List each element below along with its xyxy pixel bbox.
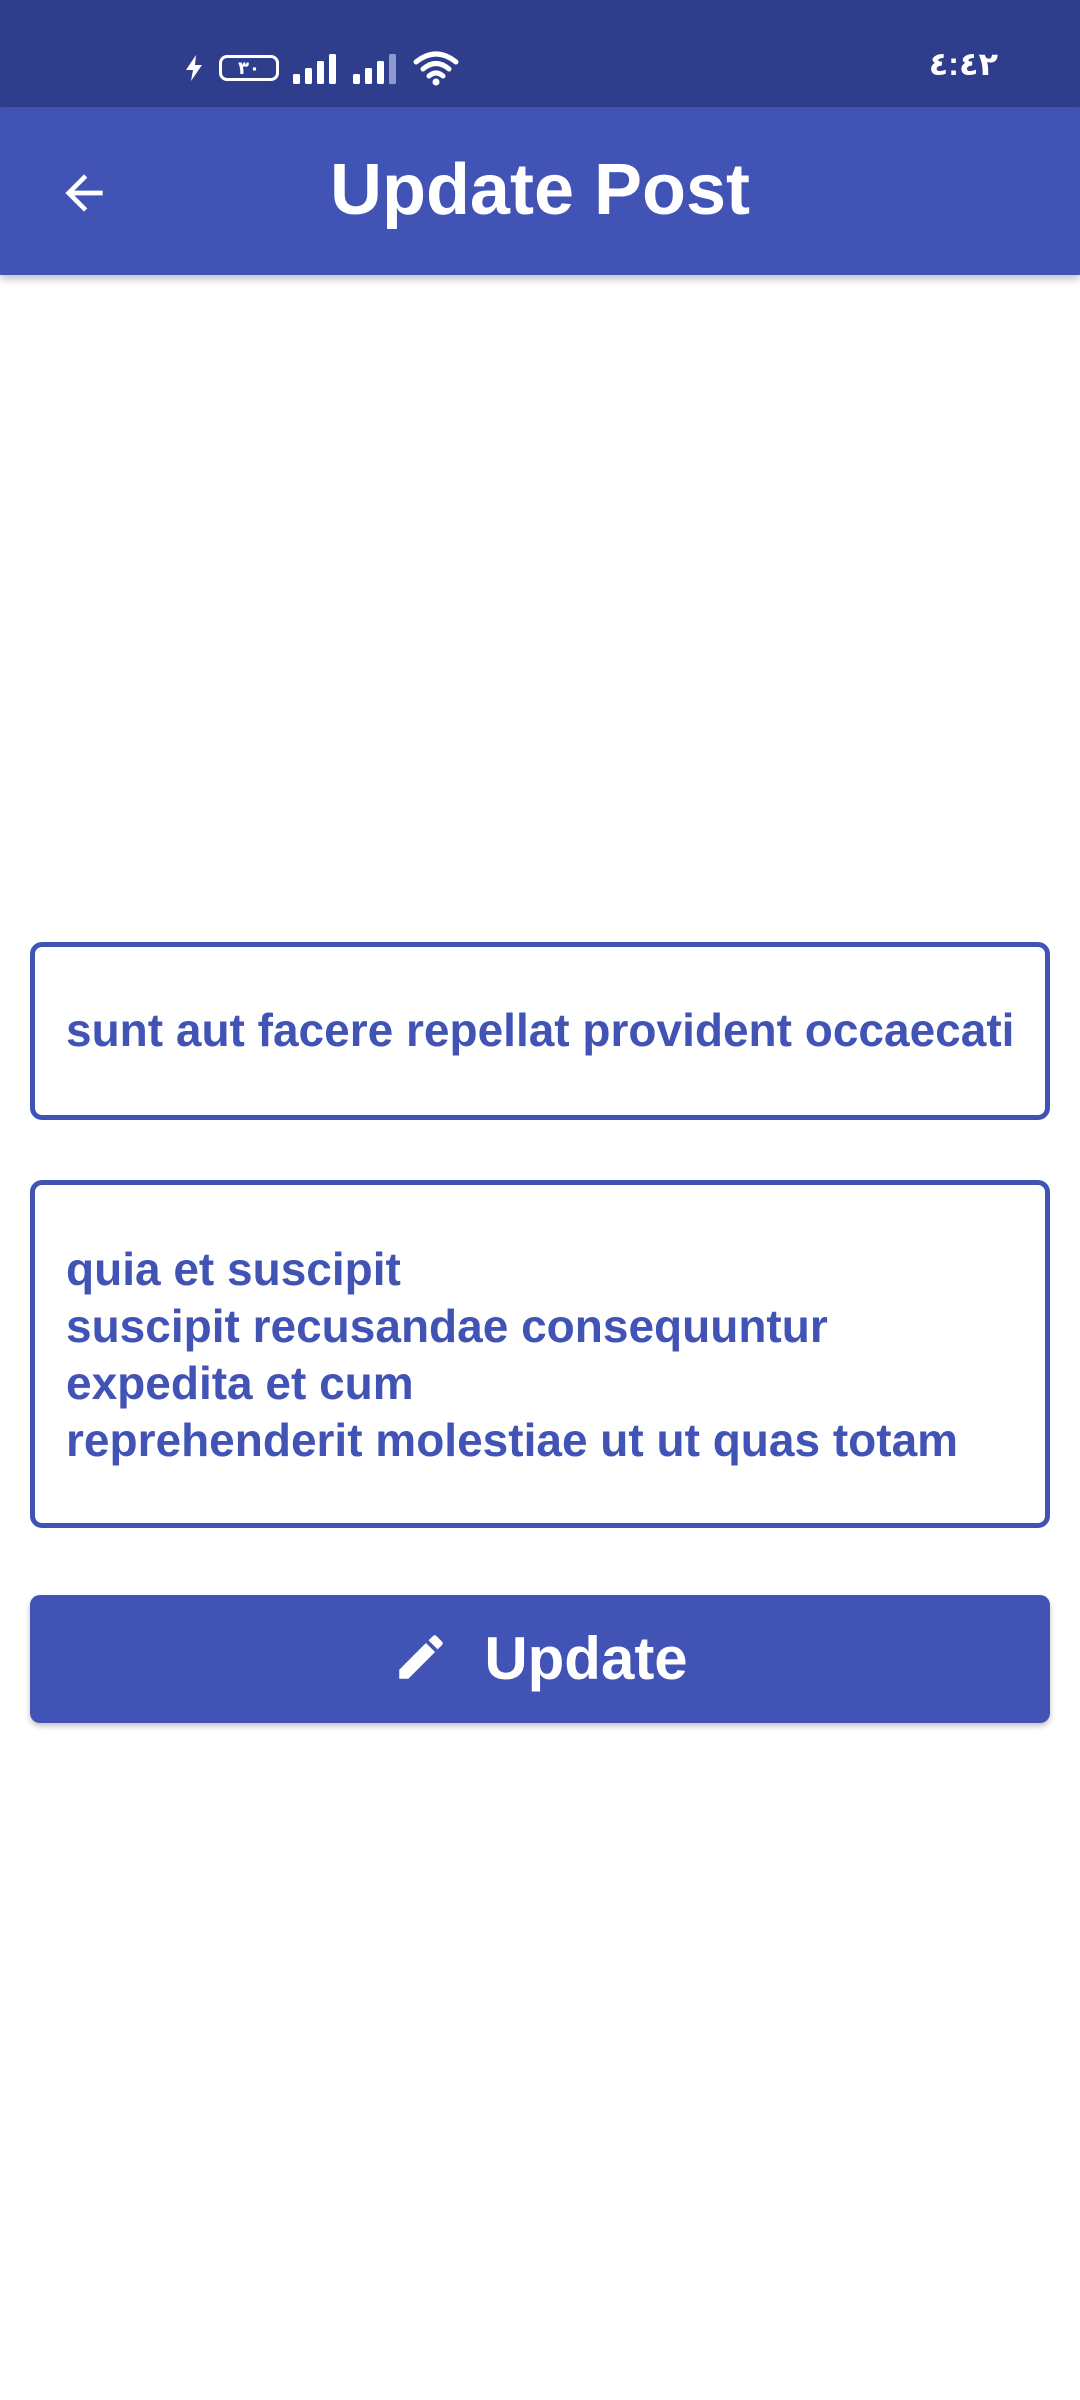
battery-level: ٣٠ [238,58,260,78]
post-body-field[interactable]: quia et suscipit suscipit recusandae con… [30,1180,1050,1528]
update-button[interactable]: Update [30,1595,1050,1723]
status-time: ٤:٤٢ [928,46,998,82]
post-body-value: quia et suscipit suscipit recusandae con… [66,1243,959,1466]
post-title-value: sunt aut facere repellat provident occae… [66,1004,1014,1056]
status-bar: ٣٠ ٤:٤٢ [0,0,1080,107]
signal-weak-icon [353,52,399,84]
page-title: Update Post [329,150,751,230]
battery-icon: ٣٠ [219,55,279,81]
wifi-icon [413,50,459,86]
charging-icon [183,53,205,83]
pencil-icon [392,1628,450,1691]
app-bar: Update Post [0,107,1080,275]
signal-icon [293,52,339,84]
update-button-label: Update [484,1625,688,1692]
status-icons: ٣٠ [183,50,459,86]
post-title-field[interactable]: sunt aut facere repellat provident occae… [30,942,1050,1120]
